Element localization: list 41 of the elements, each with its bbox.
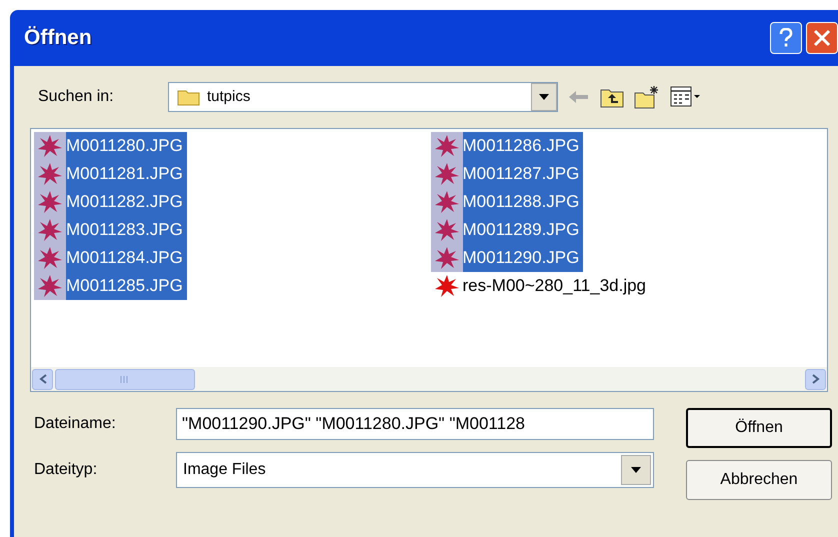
file-item[interactable]: M0011284.JPG: [66, 244, 187, 272]
file-item[interactable]: M0011285.JPG: [66, 272, 187, 300]
file-name-label: Dateiname:: [33, 414, 117, 434]
file-item[interactable]: M0011282.JPG: [66, 188, 187, 216]
file-name-field[interactable]: "M0011290.JPG" "M0011280.JPG" "M001128: [176, 408, 654, 440]
caret-icon: [631, 467, 641, 473]
cancel-button[interactable]: Abbrechen: [686, 460, 832, 500]
file-type-dropdown[interactable]: Image Files: [176, 452, 654, 488]
new-folder-icon[interactable]: [634, 85, 660, 109]
folder-name: tutpics: [207, 86, 252, 107]
look-in-dropdown[interactable]: tutpics: [168, 82, 558, 112]
look-in-label: Suchen in:: [37, 87, 115, 107]
help-button[interactable]: [770, 22, 802, 54]
file-item[interactable]: M0011289.JPG: [462, 216, 584, 244]
help-icon: [779, 28, 793, 48]
image-thumbnail-icon: [430, 132, 462, 160]
file-type-value: Image Files: [183, 460, 267, 480]
file-item[interactable]: M0011290.JPG: [462, 244, 584, 272]
file-item[interactable]: M0011280.JPG: [66, 132, 187, 160]
grip-icon: [120, 376, 130, 382]
close-icon: [813, 29, 831, 47]
image-thumbnail-icon: [430, 244, 462, 272]
scroll-thumb[interactable]: [55, 368, 195, 390]
folder-icon: [177, 88, 201, 106]
file-item[interactable]: M0011281.JPG: [66, 160, 187, 188]
horizontal-scrollbar[interactable]: [31, 367, 827, 391]
close-button[interactable]: [806, 22, 838, 54]
window-title: Öffnen: [24, 25, 92, 52]
file-item[interactable]: M0011287.JPG: [462, 160, 584, 188]
file-item[interactable]: res-M00~280_11_3d.jpg: [462, 272, 650, 300]
file-item[interactable]: M0011286.JPG: [462, 132, 584, 160]
image-thumbnail-icon: [34, 272, 66, 300]
open-button[interactable]: Öffnen: [686, 408, 832, 448]
view-menu-icon[interactable]: [670, 86, 702, 108]
file-item[interactable]: M0011283.JPG: [66, 216, 187, 244]
file-type-label: Dateityp:: [33, 460, 98, 480]
image-thumbnail-icon: [34, 132, 66, 160]
scroll-left-button[interactable]: [32, 368, 53, 390]
caret-icon: [539, 94, 549, 100]
scroll-right-button[interactable]: [805, 368, 826, 390]
file-item[interactable]: M0011288.JPG: [462, 188, 584, 216]
